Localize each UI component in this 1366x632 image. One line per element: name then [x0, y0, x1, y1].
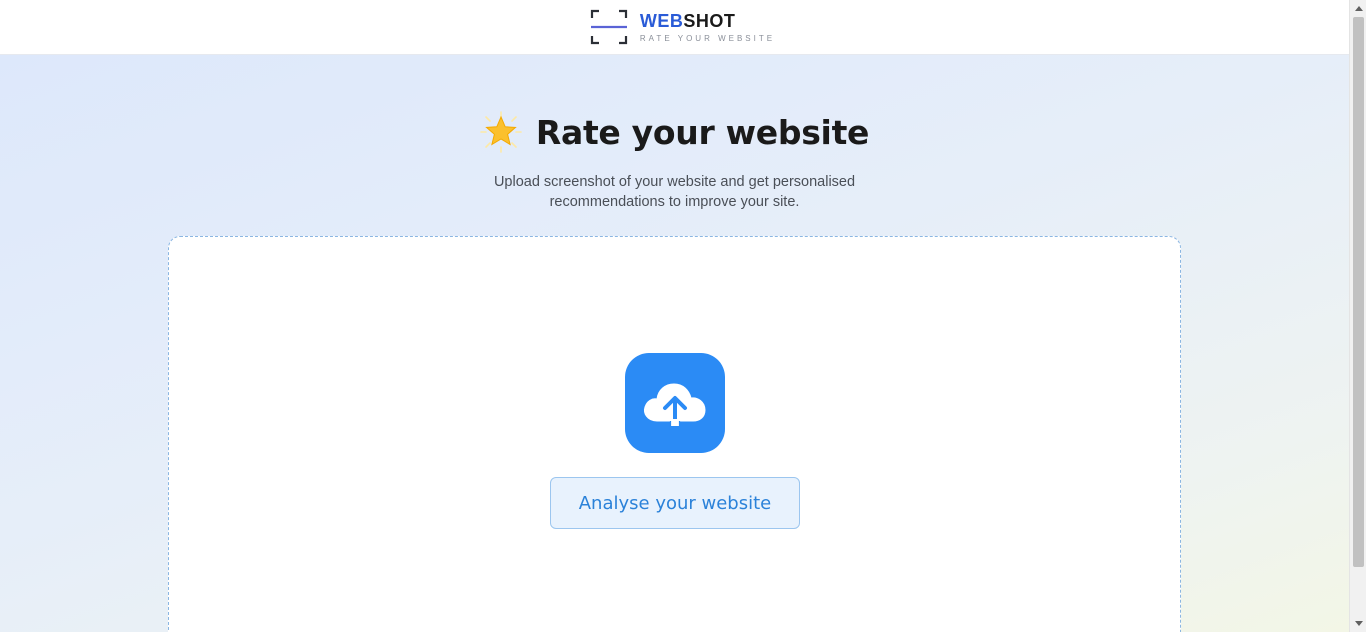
- page: WEBSHOT RATE YOUR WEBSITE Rate your webs…: [0, 0, 1349, 632]
- page-subtitle: Upload screenshot of your website and ge…: [0, 172, 1349, 212]
- logo-wordmark: WEBSHOT: [640, 11, 775, 31]
- scrollbar-thumb[interactable]: [1353, 17, 1364, 567]
- logo-wordmark-shot: SHOT: [683, 11, 736, 31]
- scroll-down-arrow-icon[interactable]: [1350, 615, 1366, 632]
- scroll-up-arrow-icon[interactable]: [1350, 0, 1366, 17]
- top-bar: WEBSHOT RATE YOUR WEBSITE: [0, 0, 1349, 55]
- upload-dropzone[interactable]: Analyse your website: [168, 236, 1181, 632]
- logo-tagline: RATE YOUR WEBSITE: [639, 34, 776, 43]
- viewfinder-icon: [590, 8, 628, 46]
- page-title: Rate your website: [535, 112, 870, 152]
- glowing-star-icon: [480, 111, 522, 153]
- subtitle-line-2: recommendations to improve your site.: [549, 194, 800, 210]
- analyse-website-button[interactable]: Analyse your website: [550, 477, 800, 529]
- logo-wordmark-web: WEB: [639, 11, 684, 31]
- title-row: Rate your website: [0, 111, 1349, 153]
- subtitle-line-1: Upload screenshot of your website and ge…: [493, 174, 856, 190]
- vertical-scrollbar[interactable]: [1349, 0, 1366, 632]
- logo[interactable]: WEBSHOT RATE YOUR WEBSITE: [590, 8, 775, 46]
- cloud-upload-icon[interactable]: [625, 353, 725, 453]
- hero-section: Rate your website Upload screenshot of y…: [0, 55, 1349, 632]
